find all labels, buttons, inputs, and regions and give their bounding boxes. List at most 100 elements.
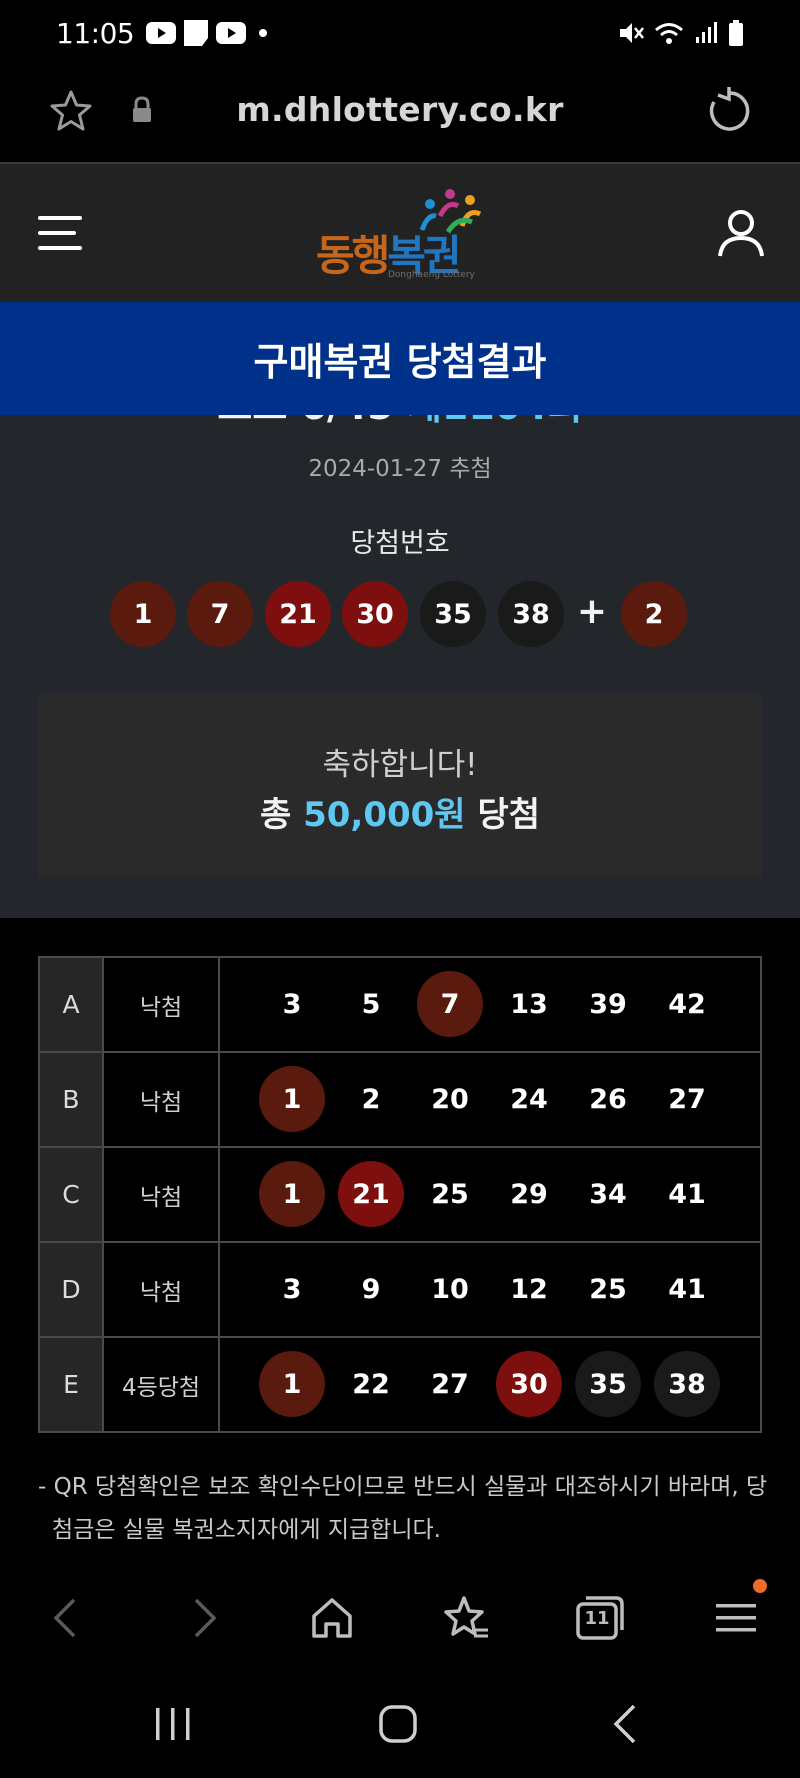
winning-number-ball: 30 (342, 581, 408, 647)
game-letter: A (38, 956, 104, 1053)
logo-subtitle: Donghaeng Lottery (388, 270, 475, 280)
tabs-count: 11 (584, 1608, 610, 1629)
winning-number-ball: 21 (265, 581, 331, 647)
matched-number-ball: 7 (417, 971, 483, 1037)
back-icon[interactable] (604, 1702, 650, 1748)
game-row: E 4등당첨 1 22 27 30 35 38 (38, 1336, 762, 1433)
menu-icon[interactable] (712, 1594, 760, 1642)
game-numbers: 1 22 27 30 35 38 (218, 1336, 762, 1433)
winning-number-ball: 35 (420, 581, 486, 647)
game-number: 3 (282, 988, 302, 1020)
wifi-icon (655, 23, 683, 44)
matched-number-ball: 1 (259, 1066, 325, 1132)
game-result: 4등당첨 (102, 1336, 220, 1433)
reload-icon[interactable] (704, 86, 754, 136)
status-system-icons (618, 20, 744, 46)
matched-number-ball: 21 (338, 1161, 404, 1227)
status-time: 11:05 (56, 16, 135, 50)
winning-numbers-label: 당첨번호 (350, 528, 450, 559)
game-result: 낙첨 (102, 1051, 220, 1148)
url-text[interactable]: m.dhlottery.co.kr (0, 90, 800, 129)
game-letter: D (38, 1241, 104, 1338)
game-number: 27 (668, 1083, 706, 1115)
home-icon[interactable] (376, 1702, 422, 1748)
game-number: 34 (589, 1178, 627, 1210)
site-header: 동행복권 Donghaeng Lottery (0, 162, 800, 302)
game-letter: C (38, 1146, 104, 1243)
game-number: 20 (431, 1083, 469, 1115)
recents-icon[interactable] (150, 1702, 196, 1748)
game-number: 10 (431, 1273, 469, 1305)
game-number: 41 (668, 1178, 706, 1210)
mute-icon (620, 23, 644, 43)
notice-text: - QR 당첨확인은 보조 확인수단이므로 반드시 실물과 대조하시기 바라며,… (38, 1474, 768, 1543)
game-result: 낙첨 (102, 1146, 220, 1243)
game-number: 13 (510, 988, 548, 1020)
dot-icon (259, 29, 268, 37)
notification-dot-icon (753, 1579, 767, 1593)
game-number: 2 (361, 1083, 381, 1115)
user-icon[interactable] (716, 208, 766, 258)
url-bar: m.dhlottery.co.kr (0, 66, 800, 160)
signal-icon (696, 22, 717, 43)
game-result: 낙첨 (102, 956, 220, 1053)
bonus-number-ball: 2 (621, 581, 687, 647)
page-title: 구매복권 당첨결과 (0, 302, 800, 415)
game-number: 25 (431, 1178, 469, 1210)
game-numbers: 1 21 25 29 34 41 (218, 1146, 762, 1243)
draw-game-name: 로또 6/45 (217, 415, 393, 428)
game-number: 24 (510, 1083, 548, 1115)
back-icon[interactable] (42, 1594, 90, 1642)
draw-result-panel: 로또 6/45 제1104회 2024-01-27 추첨 당첨번호 172130… (0, 415, 800, 918)
congrats-box: 축하합니다! 총 50,000원 당첨 (38, 693, 762, 877)
system-nav (0, 1680, 800, 1778)
game-number: 29 (510, 1178, 548, 1210)
game-number: 42 (668, 988, 706, 1020)
total-prize-prefix: 총 (259, 795, 292, 835)
games-table: A 낙첨 3 5 7 13 39 42 B 낙첨 1 2 20 24 26 27 C 낙첨 1 21 25 29 34 41 D… (38, 956, 762, 1433)
bonus-plus-sign: + (576, 591, 608, 632)
battery-icon (729, 20, 743, 46)
congrats-message: 축하합니다! (322, 747, 478, 783)
matched-number-ball: 1 (259, 1351, 325, 1417)
tabs-button[interactable]: 11 (574, 1592, 626, 1644)
status-bar: 11:05 (0, 0, 800, 66)
game-number: 41 (668, 1273, 706, 1305)
total-prize: 총 50,000원 당첨 (38, 787, 762, 836)
game-number: 27 (431, 1368, 469, 1400)
matched-number-ball: 35 (575, 1351, 641, 1417)
note-icon (184, 20, 209, 46)
draw-heading: 로또 6/45 제1104회 (0, 415, 800, 430)
total-prize-suffix: 당첨 (477, 795, 540, 835)
status-app-icons (146, 20, 272, 46)
game-row: C 낙첨 1 21 25 29 34 41 (38, 1146, 762, 1243)
game-number: 12 (510, 1273, 548, 1305)
game-numbers: 3 9 10 12 25 41 (218, 1241, 762, 1338)
game-row: B 낙첨 1 2 20 24 26 27 (38, 1051, 762, 1148)
game-number: 5 (361, 988, 381, 1020)
draw-date: 2024-01-27 추첨 (308, 456, 492, 482)
logo-part1: 동행 (316, 231, 390, 280)
menu-icon[interactable] (36, 212, 84, 254)
winning-number-ball: 38 (498, 581, 564, 647)
youtube-icon (216, 22, 247, 44)
draw-round: 제1104회 (407, 415, 583, 428)
bookmarks-icon[interactable] (442, 1594, 490, 1642)
matched-number-ball: 1 (259, 1161, 325, 1227)
game-letter: E (38, 1336, 104, 1433)
game-numbers: 1 2 20 24 26 27 (218, 1051, 762, 1148)
game-row: A 낙첨 3 5 7 13 39 42 (38, 956, 762, 1053)
game-number: 3 (282, 1273, 302, 1305)
game-result: 낙첨 (102, 1241, 220, 1338)
total-prize-amount: 50,000원 (303, 795, 466, 835)
game-numbers: 3 5 7 13 39 42 (218, 956, 762, 1053)
home-icon[interactable] (308, 1594, 356, 1642)
game-number: 39 (589, 988, 627, 1020)
game-letter: B (38, 1051, 104, 1148)
game-number: 25 (589, 1273, 627, 1305)
winning-number-ball: 7 (187, 581, 253, 647)
winning-number-ball: 1 (110, 581, 176, 647)
matched-number-ball: 30 (496, 1351, 562, 1417)
game-row: D 낙첨 3 9 10 12 25 41 (38, 1241, 762, 1338)
forward-icon[interactable] (180, 1594, 228, 1642)
